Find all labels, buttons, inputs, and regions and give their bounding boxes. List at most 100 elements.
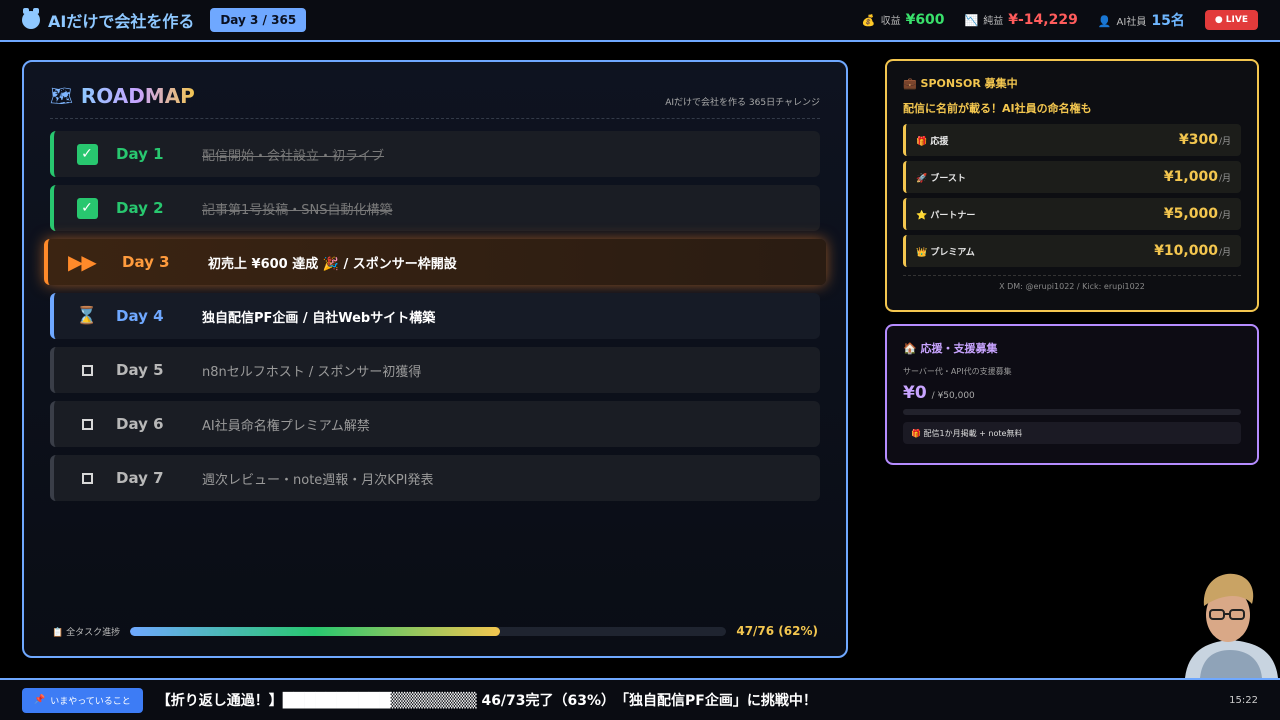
support-amount: ¥0 / ¥50,000 [903, 383, 1241, 403]
tier-unit: /月 [1218, 247, 1231, 258]
task-progress: 📋 全タスク進捗 47/76 (62%) [52, 624, 818, 638]
roadmap-row: ✓ Day 1 配信開始・会社設立・初ライブ [50, 131, 820, 177]
roadmap-row-current: ▶▶ Day 3 初売上 ¥600 達成 🎉 / スポンサー枠開設 [44, 239, 826, 285]
star-icon: ⭐ [916, 210, 928, 221]
ticker-text: 【折り返し通過！】██████████▒▒▒▒▒▒▒▒ 46/73完了（63%）… [156, 693, 817, 709]
play-arrows-icon: ▶▶ [68, 250, 97, 274]
stat-label: 純益 [983, 16, 1004, 27]
webcam-overlay [1180, 560, 1280, 678]
row-day: Day 4 [116, 307, 164, 325]
check-icon: ✓ [76, 143, 98, 165]
progress-label: 📋 全タスク進捗 [52, 627, 121, 638]
support-progress-bar [903, 409, 1241, 415]
stat-value: 15名 [1151, 13, 1185, 29]
crown-icon: 👑 [916, 247, 928, 258]
row-day: Day 5 [116, 361, 164, 379]
sponsor-tiers: 🎁 応援 ¥300 /月 🚀 ブースト ¥1,000 /月 ⭐ パートナー ¥5… [903, 124, 1241, 267]
row-task: 独自配信PF企画 / 自社Webサイト構築 [202, 310, 436, 326]
sponsor-subtitle: 配信に名前が載る！AI社員の命名権も [903, 102, 1092, 115]
live-badge: ● LIVE [1204, 10, 1258, 30]
row-day: Day 1 [116, 145, 164, 163]
check-icon: ✓ [76, 197, 98, 219]
sponsor-panel: 💼 SPONSOR 募集中 配信に名前が載る！AI社員の命名権も 🎁 応援 ¥3… [885, 59, 1259, 312]
tier-name: パートナー [930, 210, 976, 221]
tier-name: ブースト [930, 173, 966, 184]
clock: 15:22 [1229, 694, 1258, 706]
row-day: Day 2 [116, 199, 164, 217]
support-title: 🏠 応援・支援募集 [903, 342, 998, 355]
roadmap-panel: 🗺 ROADMAP AIだけで会社を作る 365日チャレンジ ✓ Day 1 配… [22, 60, 848, 658]
support-note: 🎁 配信1か月掲載 + note無料 [903, 422, 1241, 444]
progress-bar [130, 626, 727, 636]
tier-name: プレミアム [930, 247, 975, 258]
sponsor-tier: 👑 プレミアム ¥10,000 /月 [903, 235, 1241, 267]
stats: 💰 収益 ¥600 📉 純益 ¥-14,229 👤 AI社員 15名 ● LIV… [862, 10, 1258, 30]
support-current: ¥0 [903, 383, 927, 403]
tier-name: 応援 [930, 136, 949, 147]
row-day: Day 3 [122, 253, 170, 271]
stat-value: ¥600 [905, 12, 945, 28]
support-panel: 🏠 応援・支援募集 サーバー代・API代の支援募集 ¥0 / ¥50,000 🎁… [885, 324, 1259, 465]
row-task: 配信開始・会社設立・初ライブ [202, 148, 385, 164]
tier-price: ¥1,000 [1163, 169, 1218, 185]
sponsor-contact: X DM: @erupi1022 / Kick: erupi1022 [903, 275, 1241, 291]
row-task: n8nセルフホスト / スポンサー初獲得 [202, 364, 422, 380]
streamer-avatar [1185, 573, 1278, 678]
roadmap-title: 🗺 ROADMAP [50, 84, 195, 108]
day-badge: Day 3 / 365 [210, 8, 307, 32]
progress-fill [130, 626, 500, 636]
sponsor-tier: 🎁 応援 ¥300 /月 [903, 124, 1241, 156]
app-title: AIだけで会社を作る [48, 12, 195, 31]
stat-value: ¥-14,229 [1008, 12, 1078, 28]
roadmap-row-next: ⌛ Day 4 独自配信PF企画 / 自社Webサイト構築 [50, 293, 820, 339]
roadmap-row: Day 7 週次レビュー・note週報・月次KPI発表 [50, 455, 820, 501]
chart-down-icon: 📉 [964, 14, 979, 27]
sponsor-tier: ⭐ パートナー ¥5,000 /月 [903, 198, 1241, 230]
progress-value: 47/76 (62%) [736, 624, 818, 638]
row-day: Day 7 [116, 469, 164, 487]
now-doing-button[interactable]: 📌 いまやっていること [22, 687, 143, 713]
stat-label: 収益 [880, 16, 901, 27]
pin-icon: 📌 [34, 695, 46, 705]
tier-price: ¥10,000 [1154, 243, 1218, 259]
sponsor-title: 💼 SPONSOR 募集中 [903, 77, 1018, 90]
rocket-icon: 🚀 [916, 173, 928, 184]
roadmap-row: Day 6 AI社員命名権プレミアム解禁 [50, 401, 820, 447]
person-icon: 👤 [1097, 15, 1112, 28]
row-task: 初売上 ¥600 達成 🎉 / スポンサー枠開設 [208, 256, 457, 272]
support-goal: / ¥50,000 [931, 391, 975, 401]
roadmap-header: 🗺 ROADMAP AIだけで会社を作る 365日チャレンジ [50, 84, 820, 119]
bottom-ticker: 📌 いまやっていること 【折り返し通過！】██████████▒▒▒▒▒▒▒▒ … [0, 678, 1280, 720]
sponsor-tier: 🚀 ブースト ¥1,000 /月 [903, 161, 1241, 193]
roadmap-list: ✓ Day 1 配信開始・会社設立・初ライブ ✓ Day 2 記事第1号投稿・S… [44, 131, 826, 501]
top-bar: AIだけで会社を作る Day 3 / 365 💰 収益 ¥600 📉 純益 ¥-… [0, 0, 1280, 42]
support-subtitle: サーバー代・API代の支援募集 [903, 367, 1012, 376]
roadmap-subtitle: AIだけで会社を作る 365日チャレンジ [665, 98, 820, 108]
money-bag-icon: 💰 [861, 14, 876, 27]
tier-price: ¥5,000 [1163, 206, 1218, 222]
row-task: AI社員命名権プレミアム解禁 [202, 418, 370, 434]
stat-net-profit: 📉 純益 ¥-14,229 [965, 12, 1078, 28]
hourglass-icon: ⌛ [76, 306, 98, 326]
tier-unit: /月 [1218, 173, 1231, 184]
robot-head-icon [22, 8, 40, 29]
stat-label: AI社員 [1116, 17, 1147, 28]
row-task: 記事第1号投稿・SNS自動化構築 [202, 202, 393, 218]
roadmap-row: Day 5 n8nセルフホスト / スポンサー初獲得 [50, 347, 820, 393]
empty-checkbox-icon [81, 418, 93, 430]
stat-revenue: 💰 収益 ¥600 [862, 12, 945, 28]
tier-unit: /月 [1218, 136, 1231, 147]
tier-unit: /月 [1218, 210, 1231, 221]
stat-ai-staff: 👤 AI社員 15名 [1098, 10, 1185, 30]
empty-checkbox-icon [81, 364, 93, 376]
row-task: 週次レビュー・note週報・月次KPI発表 [202, 472, 434, 488]
row-day: Day 6 [116, 415, 164, 433]
brand: AIだけで会社を作る [22, 8, 194, 32]
world-map-icon: 🗺 [50, 85, 73, 107]
gift-icon: 🎁 [916, 136, 928, 147]
now-doing-label: いまやっていること [50, 696, 131, 707]
roadmap-title-text: ROADMAP [80, 84, 195, 108]
empty-checkbox-icon [81, 472, 93, 484]
roadmap-row: ✓ Day 2 記事第1号投稿・SNS自動化構築 [50, 185, 820, 231]
tier-price: ¥300 [1178, 132, 1218, 148]
